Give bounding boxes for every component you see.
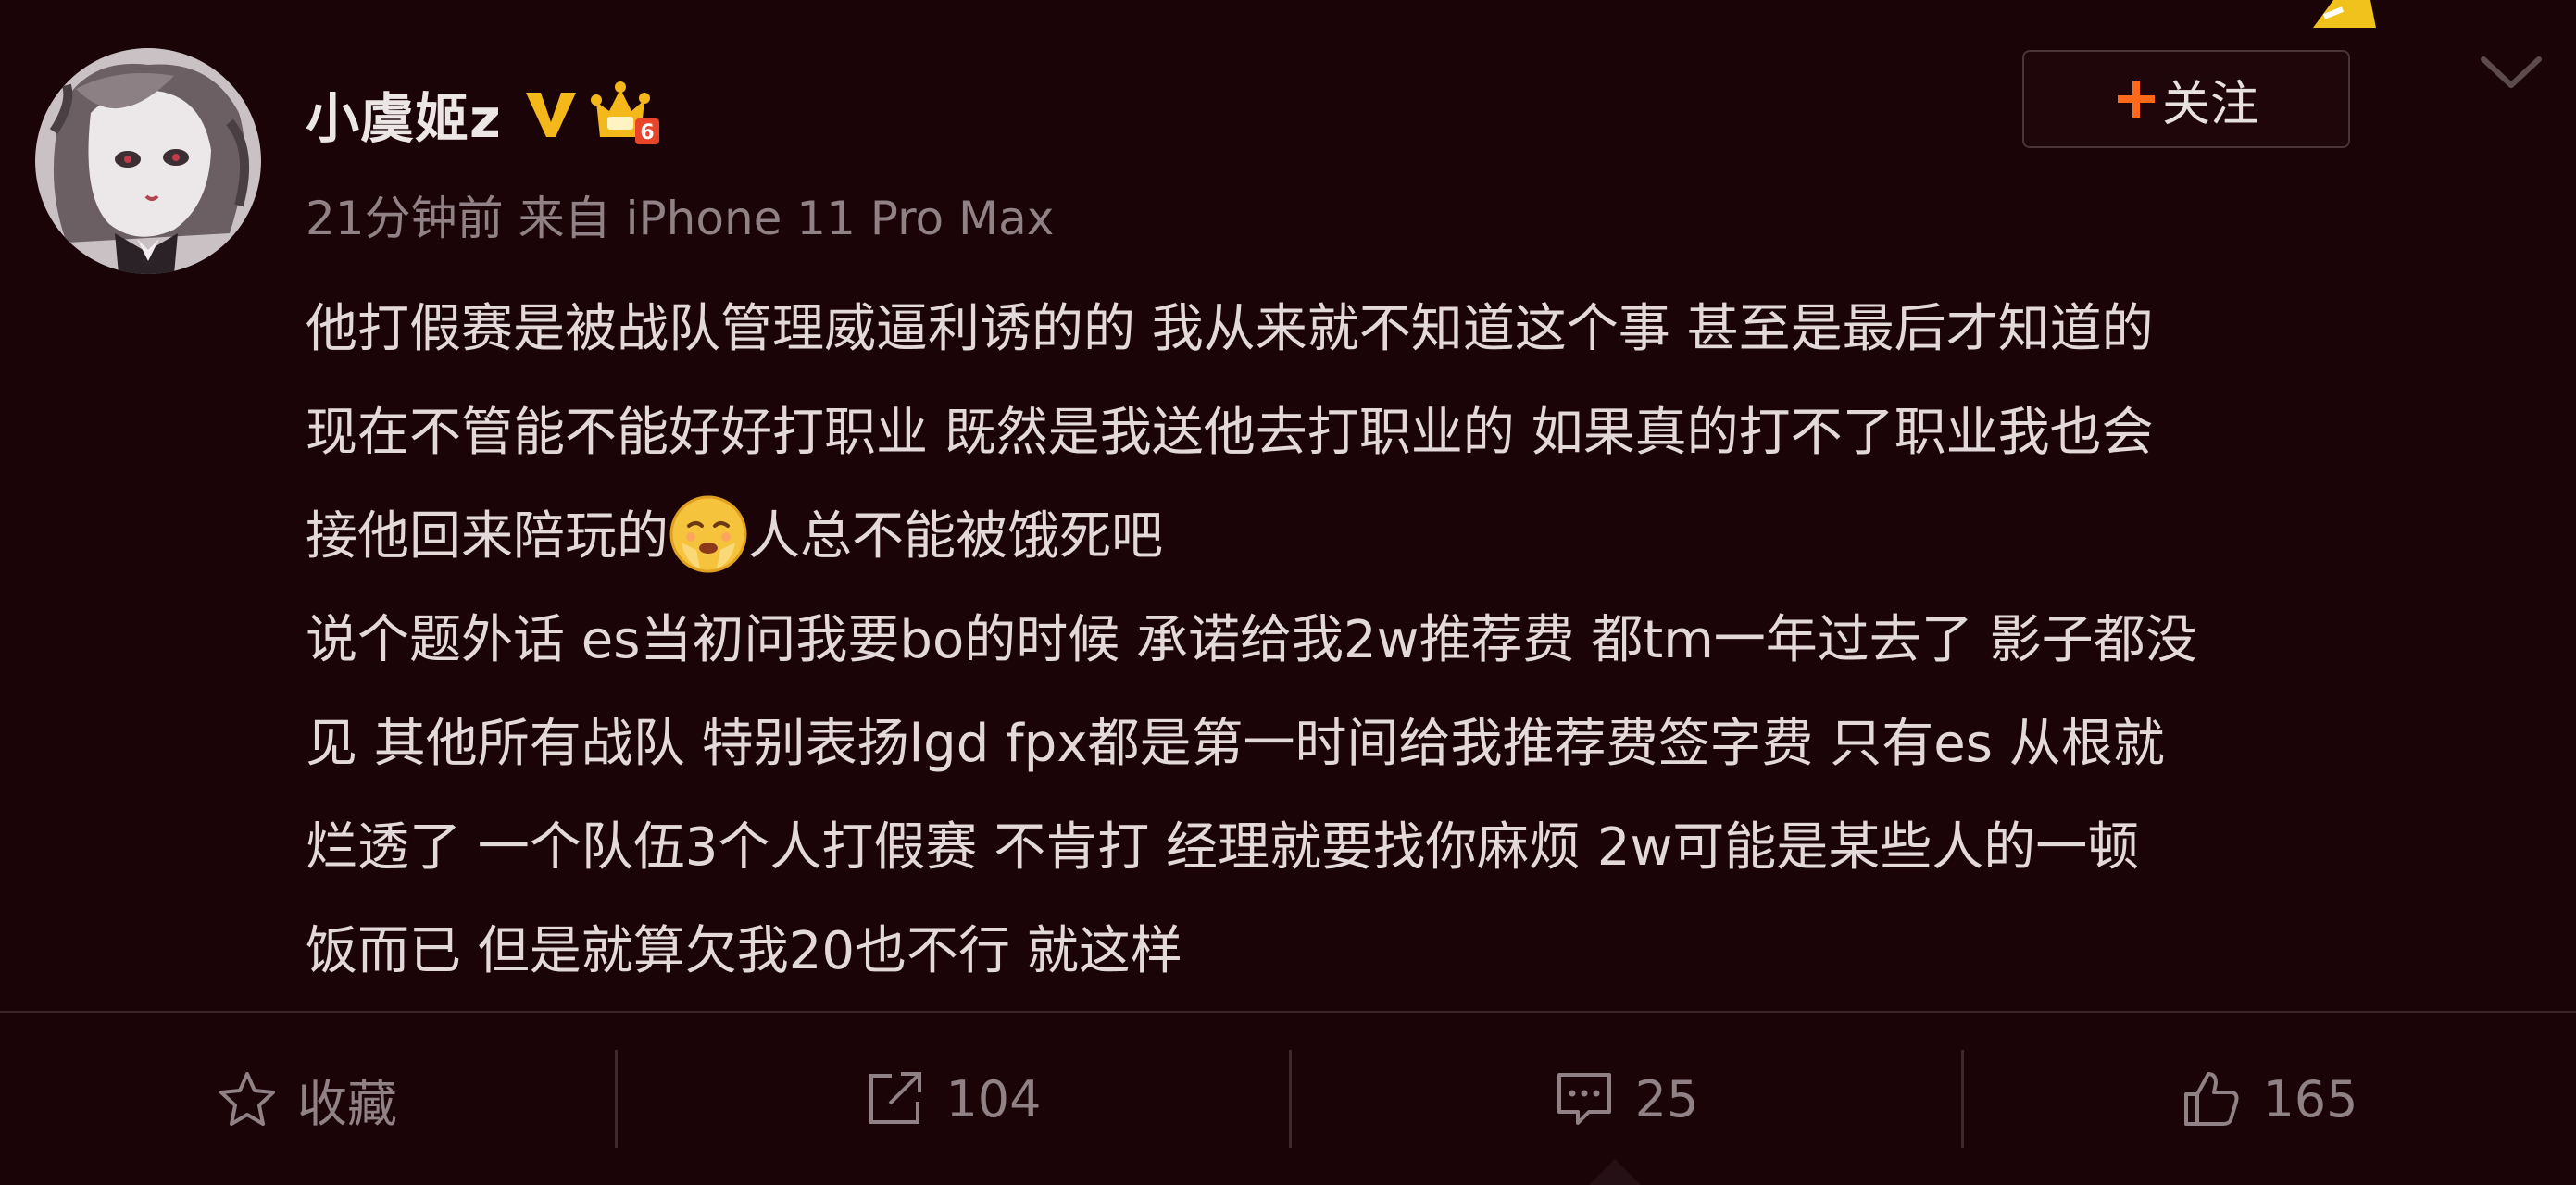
post-meta: 21分钟前 来自 iPhone 11 Pro Max	[306, 181, 1054, 248]
post-text-segment: 人总不能被饿死吧	[748, 506, 1163, 567]
username-row: 小虞姬z 6	[306, 72, 663, 156]
post-time[interactable]: 21分钟前	[306, 192, 504, 245]
follow-button[interactable]: 关注	[2022, 50, 2350, 148]
star-icon	[219, 1072, 275, 1126]
like-count: 165	[2262, 1069, 2358, 1129]
thumbs-up-icon	[2184, 1072, 2239, 1126]
action-bar: 收藏 104 25 165	[0, 1013, 2576, 1185]
partial-emoji-icon	[2306, 0, 2380, 28]
source-prefix: 来自	[518, 192, 611, 245]
post-content: 他打假赛是被战队管理威逼利诱的的 我从来就不知道这个事 甚至是最后才知道的 现在…	[306, 278, 2546, 1004]
crown-member-icon[interactable]: 6	[589, 80, 663, 148]
plus-icon	[2117, 81, 2155, 118]
post-text-line: 见 其他所有战队 特别表扬lgd fpx都是第一时间给我推荐费签字费 只有es …	[306, 714, 2165, 774]
post-text-segment: 接他回来陪玩的	[306, 506, 669, 567]
comment-icon	[1557, 1073, 1611, 1125]
post-text-line: 说个题外话 es当初问我要bo的时候 承诺给我2w推荐费 都tm一年过去了 影子…	[306, 610, 2197, 670]
svg-text:6: 6	[640, 121, 654, 144]
verified-v-icon	[525, 93, 576, 137]
post-text-line: 烂透了 一个队伍3个人打假赛 不肯打 经理就要找你麻烦 2w可能是某些人的一顿	[306, 817, 2140, 878]
favorite-button[interactable]: 收藏	[0, 1013, 615, 1185]
post-text-line: 现在不管能不能好好打职业 既然是我送他去打职业的 如果真的打不了职业我也会	[306, 403, 2154, 463]
post-text-line: 饭而已 但是就算欠我20也不行 就这样	[306, 921, 1182, 981]
comment-pointer-notch	[1589, 1159, 1641, 1185]
repost-button[interactable]: 104	[617, 1013, 1289, 1185]
post-text-line: 接他回来陪玩的 人总不能被饿死吧	[306, 485, 2546, 589]
crying-face-emoji-icon	[669, 495, 747, 573]
weibo-post: 小虞姬z 6 21分钟前 来自 iPhone 11 Pro Max 关注 他打假赛是…	[0, 0, 2576, 1185]
post-device[interactable]: iPhone 11 Pro Max	[626, 192, 1055, 245]
comment-count: 25	[1634, 1069, 1699, 1129]
post-text-line: 他打假赛是被战队管理威逼利诱的的 我从来就不知道这个事 甚至是最后才知道的	[306, 299, 2154, 359]
favorite-label: 收藏	[297, 1074, 397, 1133]
follow-label: 关注	[2161, 76, 2258, 132]
username[interactable]: 小虞姬z	[306, 75, 502, 153]
like-button[interactable]: 165	[1963, 1013, 2576, 1185]
chevron-down-icon[interactable]	[2478, 50, 2545, 94]
repost-count: 104	[945, 1069, 1042, 1129]
repost-icon	[869, 1072, 922, 1124]
avatar[interactable]	[35, 48, 261, 274]
